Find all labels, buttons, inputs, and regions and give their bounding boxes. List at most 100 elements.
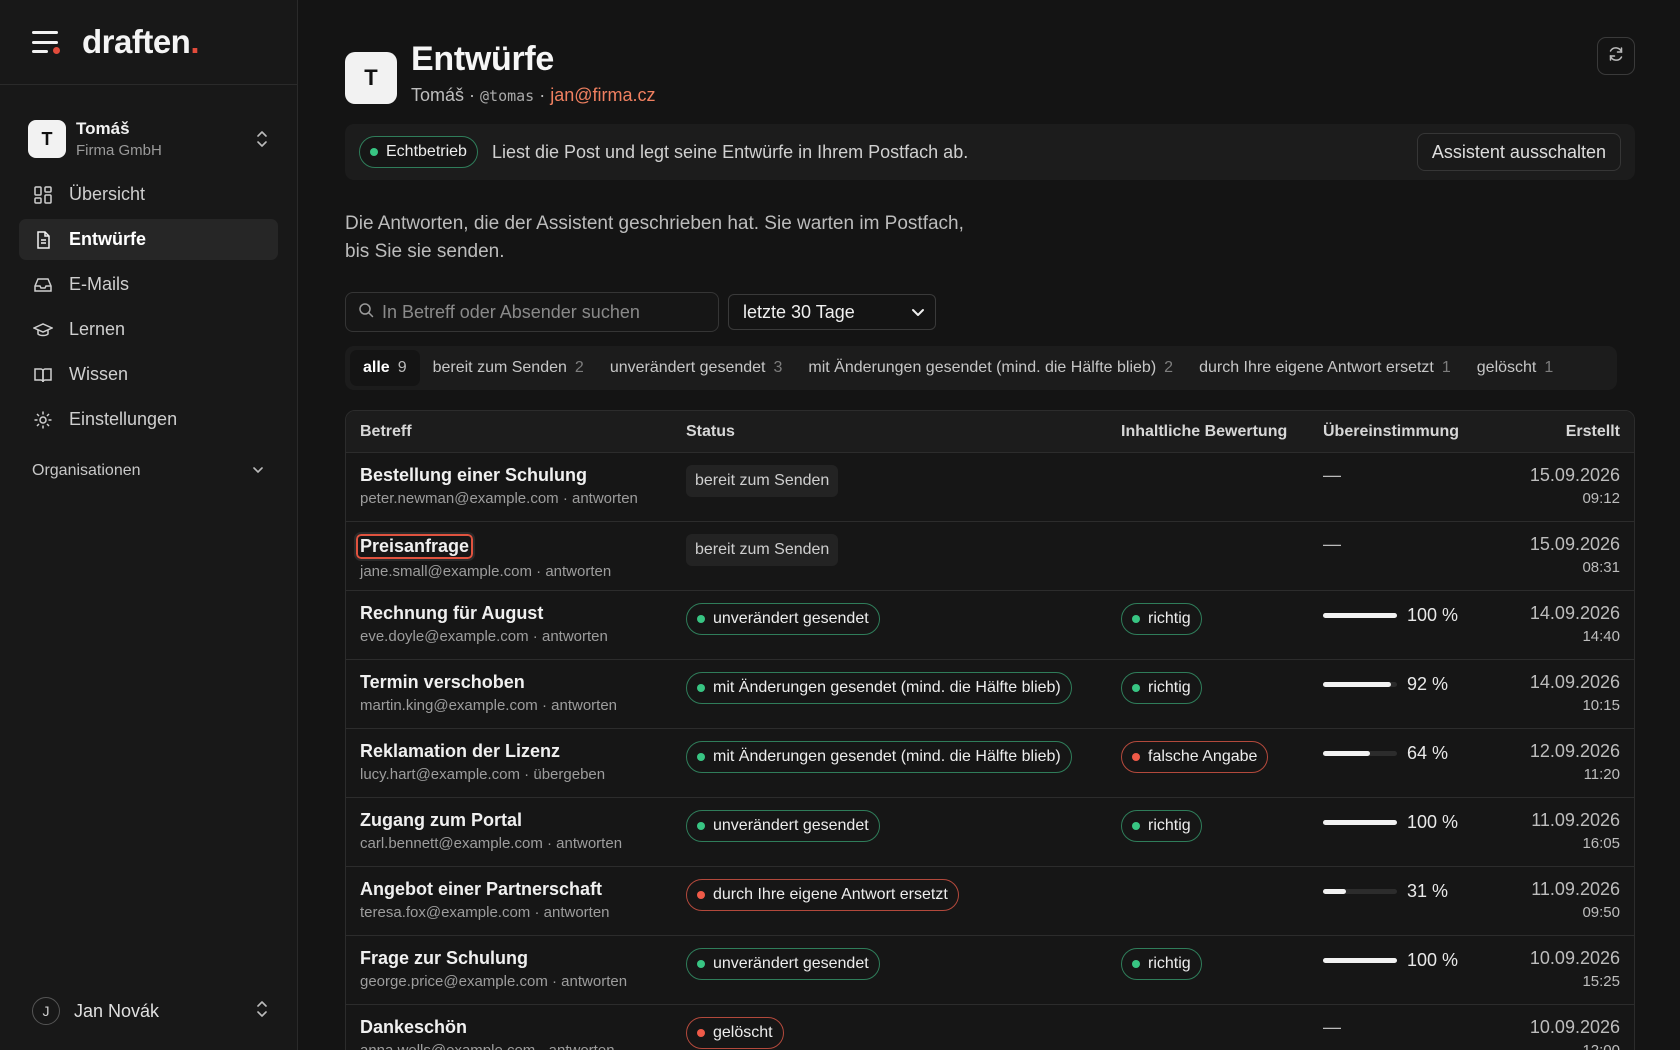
cell-created: 11.09.2026 16:05 — [1493, 798, 1634, 866]
status-badge: unverändert gesendet — [686, 948, 880, 980]
filter-sent-edited[interactable]: mit Änderungen gesendet (mind. die Hälft… — [795, 350, 1186, 386]
main-content: T Entwürfe Tomáš · @tomas · jan@firma.cz… — [345, 0, 1635, 1050]
match-bar-fill — [1323, 820, 1397, 825]
draft-subject[interactable]: Termin verschoben — [360, 672, 686, 693]
refresh-button[interactable] — [1597, 37, 1635, 75]
table-row[interactable]: Preisanfrage jane.small@example.com · an… — [346, 522, 1634, 591]
period-select[interactable]: letzte 30 Tage — [728, 294, 936, 330]
draft-action: antworten — [561, 973, 628, 990]
sidebar-item-label: Übersicht — [69, 184, 146, 204]
sidebar-item-uebersicht[interactable]: Übersicht — [19, 174, 278, 215]
sidebar-item-lernen[interactable]: Lernen — [19, 309, 278, 350]
account-avatar: T — [28, 120, 66, 158]
draft-subject[interactable]: Reklamation der Lizenz — [360, 741, 686, 762]
cell-created: 15.09.2026 08:31 — [1493, 522, 1634, 590]
draft-subject[interactable]: Preisanfrage — [353, 532, 476, 561]
cell-created: 14.09.2026 10:15 — [1493, 660, 1634, 728]
separator: · — [535, 1042, 548, 1050]
table-row[interactable]: Zugang zum Portal carl.bennett@example.c… — [346, 798, 1634, 867]
sender-email: george.price@example.com — [360, 973, 548, 990]
status-badge: bereit zum Senden — [686, 465, 839, 497]
filter-all[interactable]: alle 9 — [350, 350, 420, 386]
draft-action: antworten — [572, 490, 638, 507]
cell-match: — — [1323, 1005, 1493, 1050]
sidebar-item-emails[interactable]: E-Mails — [19, 264, 278, 305]
table-row[interactable]: Bestellung einer Schulung peter.newman@e… — [346, 453, 1634, 522]
sidebar-item-entwuerfe[interactable]: Entwürfe — [19, 219, 278, 260]
column-subject[interactable]: Betreff — [346, 423, 686, 441]
filter-ready[interactable]: bereit zum Senden 2 — [420, 350, 597, 386]
status-dot — [1132, 684, 1140, 692]
menu-icon[interactable] — [32, 31, 60, 54]
account-switcher[interactable]: T Tomáš Firma GmbH — [0, 116, 297, 162]
brand-logo[interactable]: draften. — [82, 23, 199, 61]
match-indicator: 92 % — [1323, 672, 1493, 695]
sidebar-item-wissen[interactable]: Wissen — [19, 354, 278, 395]
search-input[interactable] — [382, 301, 718, 323]
table-row[interactable]: Frage zur Schulung george.price@example.… — [346, 936, 1634, 1005]
draft-subject[interactable]: Zugang zum Portal — [360, 810, 686, 831]
assistant-handle: @tomas — [480, 87, 535, 105]
cell-match: 64 % — [1323, 729, 1493, 797]
draft-subject[interactable]: Rechnung für August — [360, 603, 686, 624]
search-icon — [358, 302, 374, 323]
draft-action: antworten — [556, 835, 623, 852]
match-bar — [1323, 682, 1397, 687]
drafts-table: Betreff Status Inhaltliche Bewertung Übe… — [345, 410, 1635, 1050]
table-row[interactable]: Rechnung für August eve.doyle@example.co… — [346, 591, 1634, 660]
cell-match: 100 % — [1323, 936, 1493, 1004]
draft-subject[interactable]: Bestellung einer Schulung — [360, 465, 686, 486]
cell-subject: Termin verschoben martin.king@example.co… — [346, 660, 686, 728]
draft-subject[interactable]: Dankeschön — [360, 1017, 686, 1038]
assistant-name: Tomáš — [411, 85, 465, 105]
created-date: 12.09.2026 — [1529, 741, 1620, 761]
table-row[interactable]: Angebot einer Partnerschaft teresa.fox@e… — [346, 867, 1634, 936]
draft-subject[interactable]: Angebot einer Partnerschaft — [360, 879, 686, 900]
created-date: 11.09.2026 — [1531, 810, 1620, 830]
assistant-email[interactable]: jan@firma.cz — [550, 85, 655, 105]
status-dot — [697, 684, 705, 692]
cell-created: 14.09.2026 14:40 — [1493, 591, 1634, 659]
user-avatar: J — [32, 997, 60, 1025]
table-row[interactable]: Termin verschoben martin.king@example.co… — [346, 660, 1634, 729]
match-percent: 92 % — [1407, 674, 1449, 694]
user-menu[interactable]: J Jan Novák — [32, 994, 269, 1028]
column-match[interactable]: Übereinstimmung — [1323, 423, 1493, 441]
mode-badge: Echtbetrieb — [359, 136, 478, 168]
column-rating[interactable]: Inhaltliche Bewertung — [1121, 423, 1323, 441]
cell-match: 31 % — [1323, 867, 1493, 935]
status-badge: mit Änderungen gesendet (mind. die Hälft… — [686, 672, 1072, 704]
cell-rating — [1121, 453, 1323, 521]
chevron-up-down-icon — [255, 129, 269, 149]
table-row[interactable]: Dankeschön anna.wells@example.com · antw… — [346, 1005, 1634, 1050]
match-empty: — — [1323, 534, 1341, 554]
inbox-icon — [33, 275, 53, 295]
match-bar-fill — [1323, 751, 1371, 756]
created-time: 16:05 — [1582, 835, 1620, 852]
cell-rating: richtig — [1121, 798, 1323, 866]
table-row[interactable]: Reklamation der Lizenz lucy.hart@example… — [346, 729, 1634, 798]
cell-subject: Reklamation der Lizenz lucy.hart@example… — [346, 729, 686, 797]
filter-replaced[interactable]: durch Ihre eigene Antwort ersetzt 1 — [1186, 350, 1464, 386]
account-name: Tomáš — [76, 119, 130, 138]
sidebar-item-einstellungen[interactable]: Einstellungen — [19, 399, 278, 440]
created-time: 09:12 — [1582, 490, 1620, 507]
book-icon — [33, 365, 53, 385]
column-status[interactable]: Status — [686, 423, 1121, 441]
status-dot — [1132, 753, 1140, 761]
created-date: 14.09.2026 — [1529, 672, 1620, 692]
status-dot — [697, 615, 705, 623]
filter-sent-unchanged[interactable]: unverändert gesendet 3 — [597, 350, 796, 386]
organisations-toggle[interactable]: Organisationen — [0, 462, 297, 480]
draft-subject[interactable]: Frage zur Schulung — [360, 948, 686, 969]
match-bar — [1323, 751, 1397, 756]
filter-deleted[interactable]: gelöscht 1 — [1464, 350, 1567, 386]
sender-email: lucy.hart@example.com — [360, 766, 521, 783]
match-indicator: 100 % — [1323, 603, 1493, 626]
sender-email: martin.king@example.com — [360, 697, 538, 714]
column-created[interactable]: Erstellt — [1493, 423, 1634, 441]
cell-created: 11.09.2026 09:50 — [1493, 867, 1634, 935]
disable-assistant-button[interactable]: Assistent ausschalten — [1416, 133, 1621, 171]
separator: · — [530, 904, 544, 921]
match-empty: — — [1323, 465, 1341, 485]
